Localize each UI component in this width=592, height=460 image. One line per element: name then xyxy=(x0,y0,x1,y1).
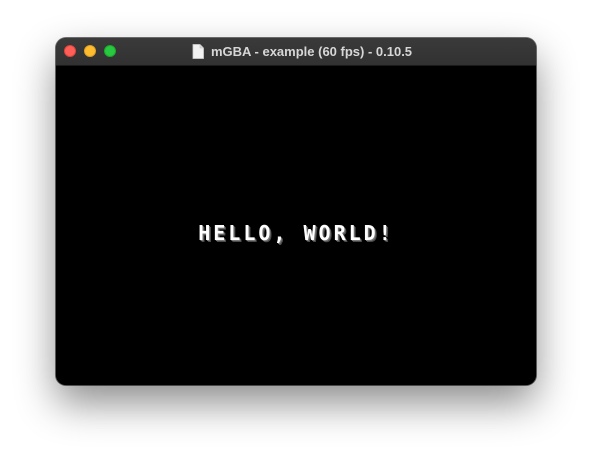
title-bar[interactable]: mGBA - example (60 fps) - 0.10.5 xyxy=(56,38,536,66)
window-title: mGBA - example (60 fps) - 0.10.5 xyxy=(210,44,413,59)
document-icon xyxy=(192,44,204,59)
screen-message: HELLO, WORLD! xyxy=(198,221,394,245)
app-window: mGBA - example (60 fps) - 0.10.5 HELLO, … xyxy=(56,38,536,385)
window-title-group: mGBA - example (60 fps) - 0.10.5 xyxy=(56,38,536,65)
game-screen[interactable]: HELLO, WORLD! xyxy=(56,66,536,385)
